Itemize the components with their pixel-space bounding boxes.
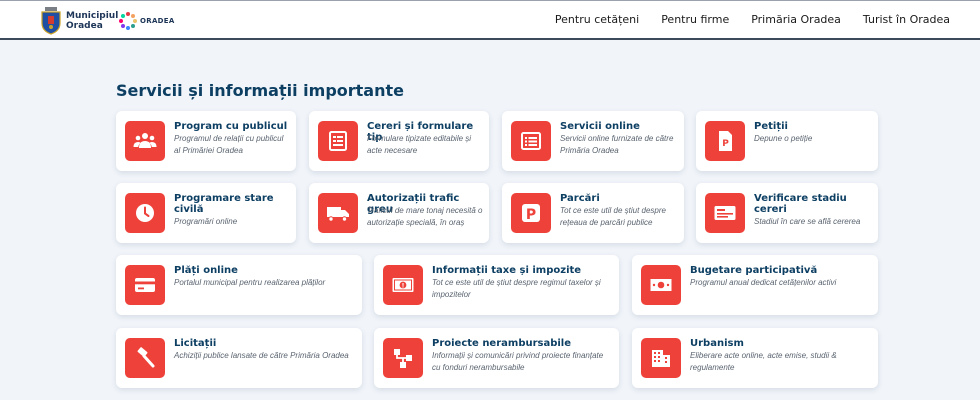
service-title: Urbanism xyxy=(690,338,744,349)
coat-of-arms-icon xyxy=(41,7,61,35)
nav-primaria-oradea[interactable]: Primăria Oradea xyxy=(751,13,841,26)
money-icon: ! xyxy=(383,265,423,305)
service-title: Proiecte nerambursabile xyxy=(432,338,572,349)
service-title: Plăți online xyxy=(174,265,238,276)
network-icon xyxy=(383,338,423,378)
service-title: Bugetare participativă xyxy=(690,265,818,276)
service-description: Stadiul în care se află cererea xyxy=(754,217,861,226)
clock-icon xyxy=(125,193,165,233)
site-header: Municipiul Oradea ORADEA Pentru cetățeni… xyxy=(0,0,980,40)
service-description: Tot ce este util de știut despre rețeaua… xyxy=(560,206,666,227)
service-description: Servicii online furnizate de către Primă… xyxy=(560,134,674,155)
service-title: Servicii online xyxy=(560,121,640,132)
form-icon xyxy=(318,121,358,161)
service-title: Petiții xyxy=(754,121,788,132)
service-card-verificare-stadiu-cereri[interactable]: Verificare stadiu cereri Stadiul în care… xyxy=(696,183,878,243)
id-card-icon xyxy=(705,193,745,233)
service-card-licitatii[interactable]: Licitații Achiziții publice lansate de c… xyxy=(116,328,362,388)
nav-turist-in-oradea[interactable]: Turist în Oradea xyxy=(863,13,950,26)
main-navigation: Pentru cetățeni Pentru firme Primăria Or… xyxy=(555,13,950,26)
brand-ring-icon xyxy=(119,12,137,30)
service-title: Informații taxe și impozite xyxy=(432,265,582,276)
service-card-programare-stare-civila[interactable]: Programare stare civilă Programări onlin… xyxy=(116,183,296,243)
service-card-plati-online[interactable]: Plăți online Portalul municipal pentru r… xyxy=(116,255,362,315)
document-icon: P xyxy=(705,121,745,161)
service-title: Parcări xyxy=(560,193,600,204)
service-card-urbanism[interactable]: Urbanism Eliberare acte online, acte emi… xyxy=(632,328,878,388)
nav-pentru-firme[interactable]: Pentru firme xyxy=(661,13,729,26)
svg-text:P: P xyxy=(526,207,536,223)
truck-icon xyxy=(318,193,358,233)
service-title: Programare stare civilă xyxy=(174,193,274,215)
service-title: Licitații xyxy=(174,338,217,349)
service-description: Achiziții publice lansate de către Primă… xyxy=(174,351,349,360)
oradea-brand-logo[interactable]: ORADEA xyxy=(118,11,175,31)
service-description: Eliberare acte online, acte emise, studi… xyxy=(690,351,837,372)
service-card-petitii[interactable]: P Petiții Depune o petiție xyxy=(696,111,878,171)
service-card-proiecte-nerambursabile[interactable]: Proiecte nerambursabile Informații și co… xyxy=(374,328,619,388)
service-title: Program cu publicul xyxy=(174,121,288,132)
parking-icon: P xyxy=(511,193,551,233)
service-description: Formulare tipizate editabile și acte nec… xyxy=(367,134,472,155)
logo-line-1: Municipiul xyxy=(66,11,119,21)
service-card-parcari[interactable]: P Parcări Tot ce este util de știut desp… xyxy=(502,183,684,243)
logo-line-2: Oradea xyxy=(66,21,103,31)
svg-text:P: P xyxy=(722,139,729,149)
service-description: Informații și comunicări privind proiect… xyxy=(432,351,604,372)
service-card-autorizatii-trafic-greu[interactable]: Autorizații trafic greu Traficul de mare… xyxy=(309,183,489,243)
service-description: Depune o petiție xyxy=(754,134,813,143)
banknote-icon xyxy=(641,265,681,305)
service-card-cereri-formulare[interactable]: Cereri și formulare tip Formulare tipiza… xyxy=(309,111,489,171)
service-card-bugetare-participativa[interactable]: Bugetare participativă Programul anual d… xyxy=(632,255,878,315)
service-card-program-cu-publicul[interactable]: Program cu publicul Programul de relații… xyxy=(116,111,296,171)
nav-pentru-cetateni[interactable]: Pentru cetățeni xyxy=(555,13,639,26)
section-title: Servicii și informații importante xyxy=(116,81,404,100)
service-description: Traficul de mare tonaj necesită o autori… xyxy=(367,206,483,227)
service-description: Tot ce este util de știut despre regimul… xyxy=(432,278,601,299)
svg-text:!: ! xyxy=(402,283,405,290)
service-card-informatii-taxe-impozite[interactable]: ! Informații taxe și impozite Tot ce est… xyxy=(374,255,619,315)
credit-card-icon xyxy=(125,265,165,305)
people-icon xyxy=(125,121,165,161)
service-card-servicii-online[interactable]: Servicii online Servicii online furnizat… xyxy=(502,111,684,171)
building-icon xyxy=(641,338,681,378)
list-icon xyxy=(511,121,551,161)
gavel-icon xyxy=(125,338,165,378)
service-description: Portalul municipal pentru realizarea plă… xyxy=(174,278,326,287)
service-description: Programări online xyxy=(174,217,238,226)
service-description: Programul anual dedicat cetățenilor acti… xyxy=(690,278,837,287)
service-title: Verificare stadiu cereri xyxy=(754,193,847,215)
brand-text: ORADEA xyxy=(140,17,175,25)
municipality-logo[interactable]: Municipiul Oradea xyxy=(40,6,118,36)
service-description: Programul de relații cu publicul al Prim… xyxy=(174,134,284,155)
